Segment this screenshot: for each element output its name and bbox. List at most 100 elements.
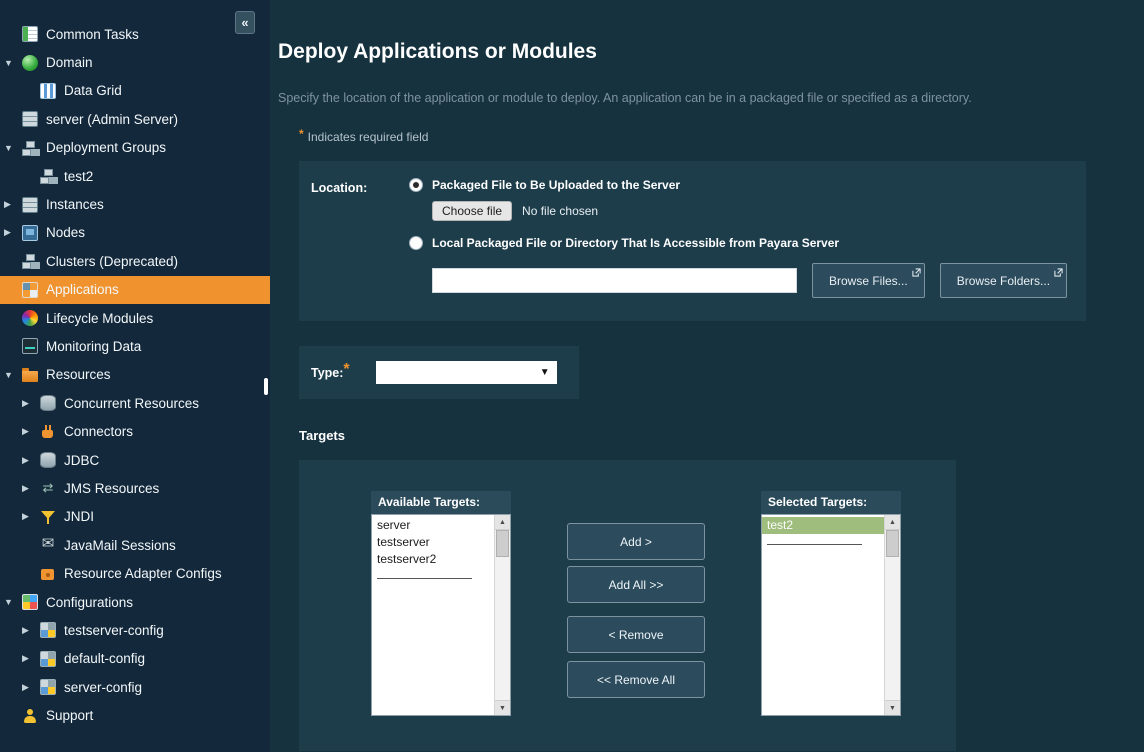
available-scrollbar[interactable]: ▲ ▼ [494,515,510,715]
type-label: Type: [311,366,343,380]
expand-down-icon[interactable]: ▼ [4,597,22,607]
sidebar-item-jms-resources[interactable]: ▶ JMS Resources [0,474,270,502]
config-icon [40,679,56,695]
sidebar-item-monitoring-data[interactable]: Monitoring Data [0,332,270,360]
browse-folders-label: Browse Folders... [957,274,1050,288]
sidebar-item-resources[interactable]: ▼Resources [0,361,270,389]
add-all-button[interactable]: Add All >> [567,566,705,603]
expand-down-icon[interactable]: ▼ [4,58,22,68]
choose-file-button[interactable]: Choose file [432,201,512,221]
type-select[interactable]: ▼ [376,361,557,384]
required-asterisk: * [299,127,304,141]
local-option-label: Local Packaged File or Directory That Is… [432,236,839,250]
sidebar-item-label: Concurrent Resources [64,396,199,411]
scrollbar-thumb[interactable] [496,530,509,557]
sidebar-item-label: JNDI [64,509,94,524]
browse-files-button[interactable]: Browse Files... [812,263,925,298]
sidebar-item-jdbc[interactable]: ▶JDBC [0,446,270,474]
available-targets-listbox[interactable]: servertestservertestserver2 ▲ ▼ [371,514,511,716]
cluster-icon [22,253,38,269]
external-link-icon [912,266,921,280]
sidebar-item-applications[interactable]: Applications [0,276,270,304]
sidebar-item-data-grid[interactable]: Data Grid [0,77,270,105]
sidebar-item-default-config[interactable]: ▶ default-config [0,645,270,673]
selected-target-option[interactable]: test2 [762,517,884,534]
expand-right-icon[interactable]: ▶ [4,227,22,238]
available-target-option[interactable]: server [372,517,494,534]
main-content: Deploy Applications or Modules Specify t… [270,0,1144,752]
expand-down-icon[interactable]: ▼ [4,143,22,153]
type-required-asterisk: * [343,361,349,379]
page-title: Deploy Applications or Modules [278,40,1120,64]
sidebar-item-connectors[interactable]: ▶Connectors [0,417,270,445]
sidebar-item-configurations[interactable]: ▼Configurations [0,588,270,616]
sidebar-item-lifecycle-modules[interactable]: Lifecycle Modules [0,304,270,332]
local-radio[interactable] [409,236,423,250]
scroll-down-icon[interactable]: ▼ [495,700,510,715]
sidebar-item-label: Deployment Groups [46,140,166,155]
expand-right-icon[interactable]: ▶ [22,625,40,636]
sidebar-item-label: Nodes [46,225,85,240]
available-target-option[interactable]: testserver2 [372,551,494,568]
sidebar-item-nodes[interactable]: ▶ Nodes [0,219,270,247]
sidebar-item-label: Data Grid [64,83,122,98]
add-button[interactable]: Add > [567,523,705,560]
tasks-icon [22,26,38,42]
browse-folders-button[interactable]: Browse Folders... [940,263,1067,298]
expand-right-icon[interactable]: ▶ [22,455,40,466]
sidebar-item-label: JMS Resources [64,481,159,496]
sidebar-item-support[interactable]: Support [0,701,270,729]
scroll-up-icon[interactable]: ▲ [495,515,510,530]
selected-scrollbar[interactable]: ▲ ▼ [884,515,900,715]
upload-option-label: Packaged File to Be Uploaded to the Serv… [432,178,680,192]
path-input[interactable] [432,268,797,293]
external-link-icon [1054,266,1063,280]
sidebar-item-label: Clusters (Deprecated) [46,254,178,269]
config-icon [40,651,56,667]
sidebar-item-resource-adapter-configs[interactable]: Resource Adapter Configs [0,559,270,587]
expand-right-icon[interactable]: ▶ [22,682,40,693]
sidebar-item-server-config[interactable]: ▶server-config [0,673,270,701]
sidebar-item-deployment-groups[interactable]: ▼ Deployment Groups [0,134,270,162]
expand-right-icon[interactable]: ▶ [4,199,22,210]
expand-down-icon[interactable]: ▼ [4,370,22,380]
scroll-up-icon[interactable]: ▲ [885,515,900,530]
expand-right-icon[interactable]: ▶ [22,426,40,437]
applications-icon [22,282,38,298]
remove-all-button[interactable]: << Remove All [567,661,705,698]
remove-button[interactable]: < Remove [567,616,705,653]
type-panel: Type: * ▼ [299,346,579,399]
sidebar-item-clusters-deprecated[interactable]: Clusters (Deprecated) [0,247,270,275]
sidebar-item-server-admin-server[interactable]: server (Admin Server) [0,105,270,133]
sidebar-item-test2[interactable]: test2 [0,162,270,190]
sidebar-item-jndi[interactable]: ▶ JNDI [0,503,270,531]
local-option-row: Local Packaged File or Directory That Is… [409,236,1086,250]
sidebar-collapse-button[interactable]: « [235,11,255,34]
sidebar-item-testserver-config[interactable]: ▶testserver-config [0,616,270,644]
expand-right-icon[interactable]: ▶ [22,483,40,494]
sidebar-item-instances[interactable]: ▶Instances [0,190,270,218]
sidebar-item-common-tasks[interactable]: Common Tasks [0,20,270,48]
list-separator [767,544,862,545]
selected-targets-listbox[interactable]: test2 ▲ ▼ [761,514,901,716]
scrollbar-thumb[interactable] [886,530,899,557]
scroll-down-icon[interactable]: ▼ [885,700,900,715]
sidebar-item-javamail-sessions[interactable]: JavaMail Sessions [0,531,270,559]
expand-right-icon[interactable]: ▶ [22,653,40,664]
available-target-option[interactable]: testserver [372,534,494,551]
sidebar-item-domain[interactable]: ▼Domain [0,48,270,76]
sidebar-scrollbar-thumb[interactable] [264,378,268,395]
available-targets-items: servertestservertestserver2 [372,517,494,568]
cluster-icon [40,168,56,184]
sidebar-item-label: Common Tasks [46,27,139,42]
upload-radio[interactable] [409,178,423,192]
expand-right-icon[interactable]: ▶ [22,511,40,522]
data-grid-icon [40,83,56,99]
sidebar-item-label: default-config [64,651,145,666]
expand-right-icon[interactable]: ▶ [22,398,40,409]
sidebar-item-label: JavaMail Sessions [64,538,176,553]
sidebar-item-concurrent-resources[interactable]: ▶ Concurrent Resources [0,389,270,417]
monitoring-icon [22,338,38,354]
page-description: Specify the location of the application … [278,91,1120,105]
sidebar-item-label: Support [46,708,93,723]
